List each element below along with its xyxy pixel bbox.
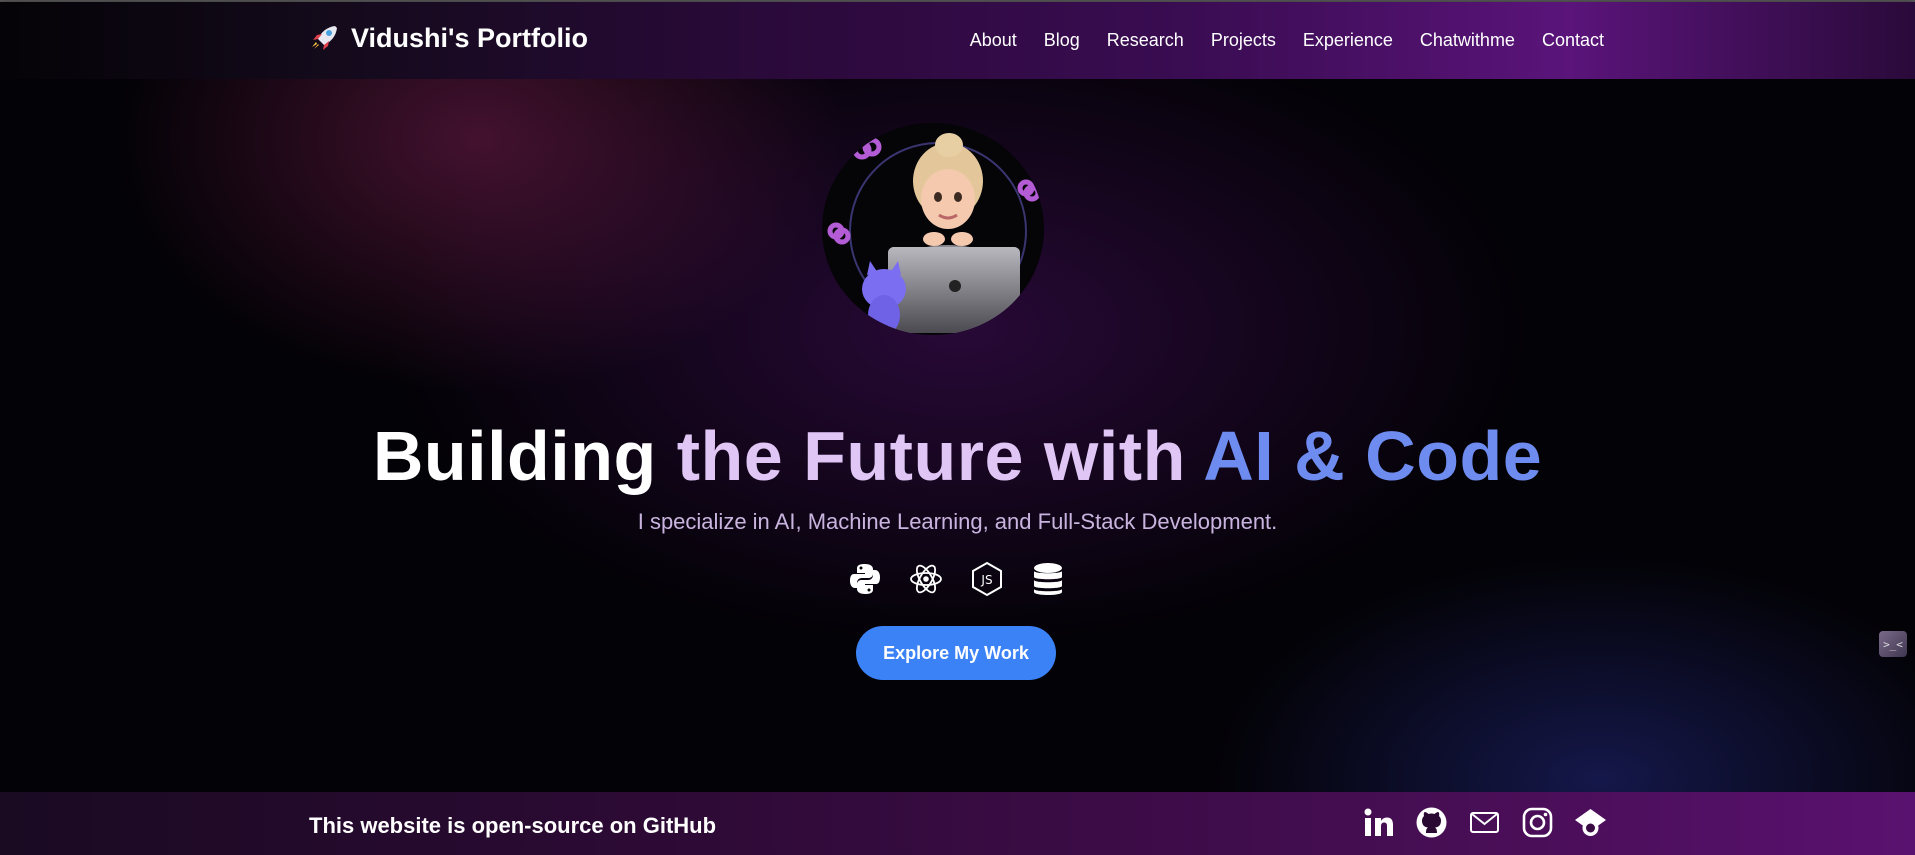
floating-widget-button[interactable]: >_<: [1879, 631, 1907, 657]
navbar: Vidushi's Portfolio About Blog Research …: [0, 2, 1915, 79]
nav-about[interactable]: About: [970, 30, 1017, 51]
social-links: [1362, 806, 1607, 839]
mail-icon[interactable]: [1468, 806, 1501, 839]
profile-avatar: [822, 123, 1044, 335]
nav-links: About Blog Research Projects Experience …: [970, 30, 1604, 51]
nodejs-icon: JS: [972, 561, 1002, 597]
brand-name: Vidushi's Portfolio: [351, 22, 588, 53]
nav-contact[interactable]: Contact: [1542, 30, 1604, 51]
github-icon[interactable]: [1415, 806, 1448, 839]
nav-blog[interactable]: Blog: [1044, 30, 1080, 51]
scholar-icon[interactable]: [1574, 806, 1607, 839]
nav-chatwithme[interactable]: Chatwithme: [1420, 30, 1515, 51]
footer: This website is open-source on GitHub: [0, 792, 1915, 855]
react-icon: [910, 564, 942, 594]
nav-experience[interactable]: Experience: [1303, 30, 1393, 51]
tech-stack-icons: JS: [847, 561, 1066, 597]
memoji-illustration: [827, 133, 1041, 335]
linkedin-icon[interactable]: [1362, 806, 1395, 839]
hero-title-part2: the Future with: [676, 417, 1204, 495]
hero-title-part1: Building: [372, 417, 677, 495]
python-icon: [850, 564, 880, 594]
hero-title: Building the Future with AI & Code: [0, 416, 1915, 496]
rocket-icon: [312, 26, 337, 50]
svg-text:JS: JS: [980, 573, 992, 587]
database-icon: [1034, 563, 1062, 595]
nav-research[interactable]: Research: [1107, 30, 1184, 51]
instagram-icon[interactable]: [1521, 806, 1554, 839]
hero-title-highlight: AI & Code: [1203, 417, 1543, 495]
hero-subtitle: I specialize in AI, Machine Learning, an…: [637, 509, 1278, 534]
hero-section: Building the Future with AI & Code I spe…: [0, 79, 1915, 792]
brand-link[interactable]: Vidushi's Portfolio: [309, 22, 588, 54]
footer-github-link[interactable]: This website is open-source on GitHub: [309, 813, 716, 839]
explore-work-button[interactable]: Explore My Work: [856, 626, 1056, 680]
nav-projects[interactable]: Projects: [1211, 30, 1276, 51]
